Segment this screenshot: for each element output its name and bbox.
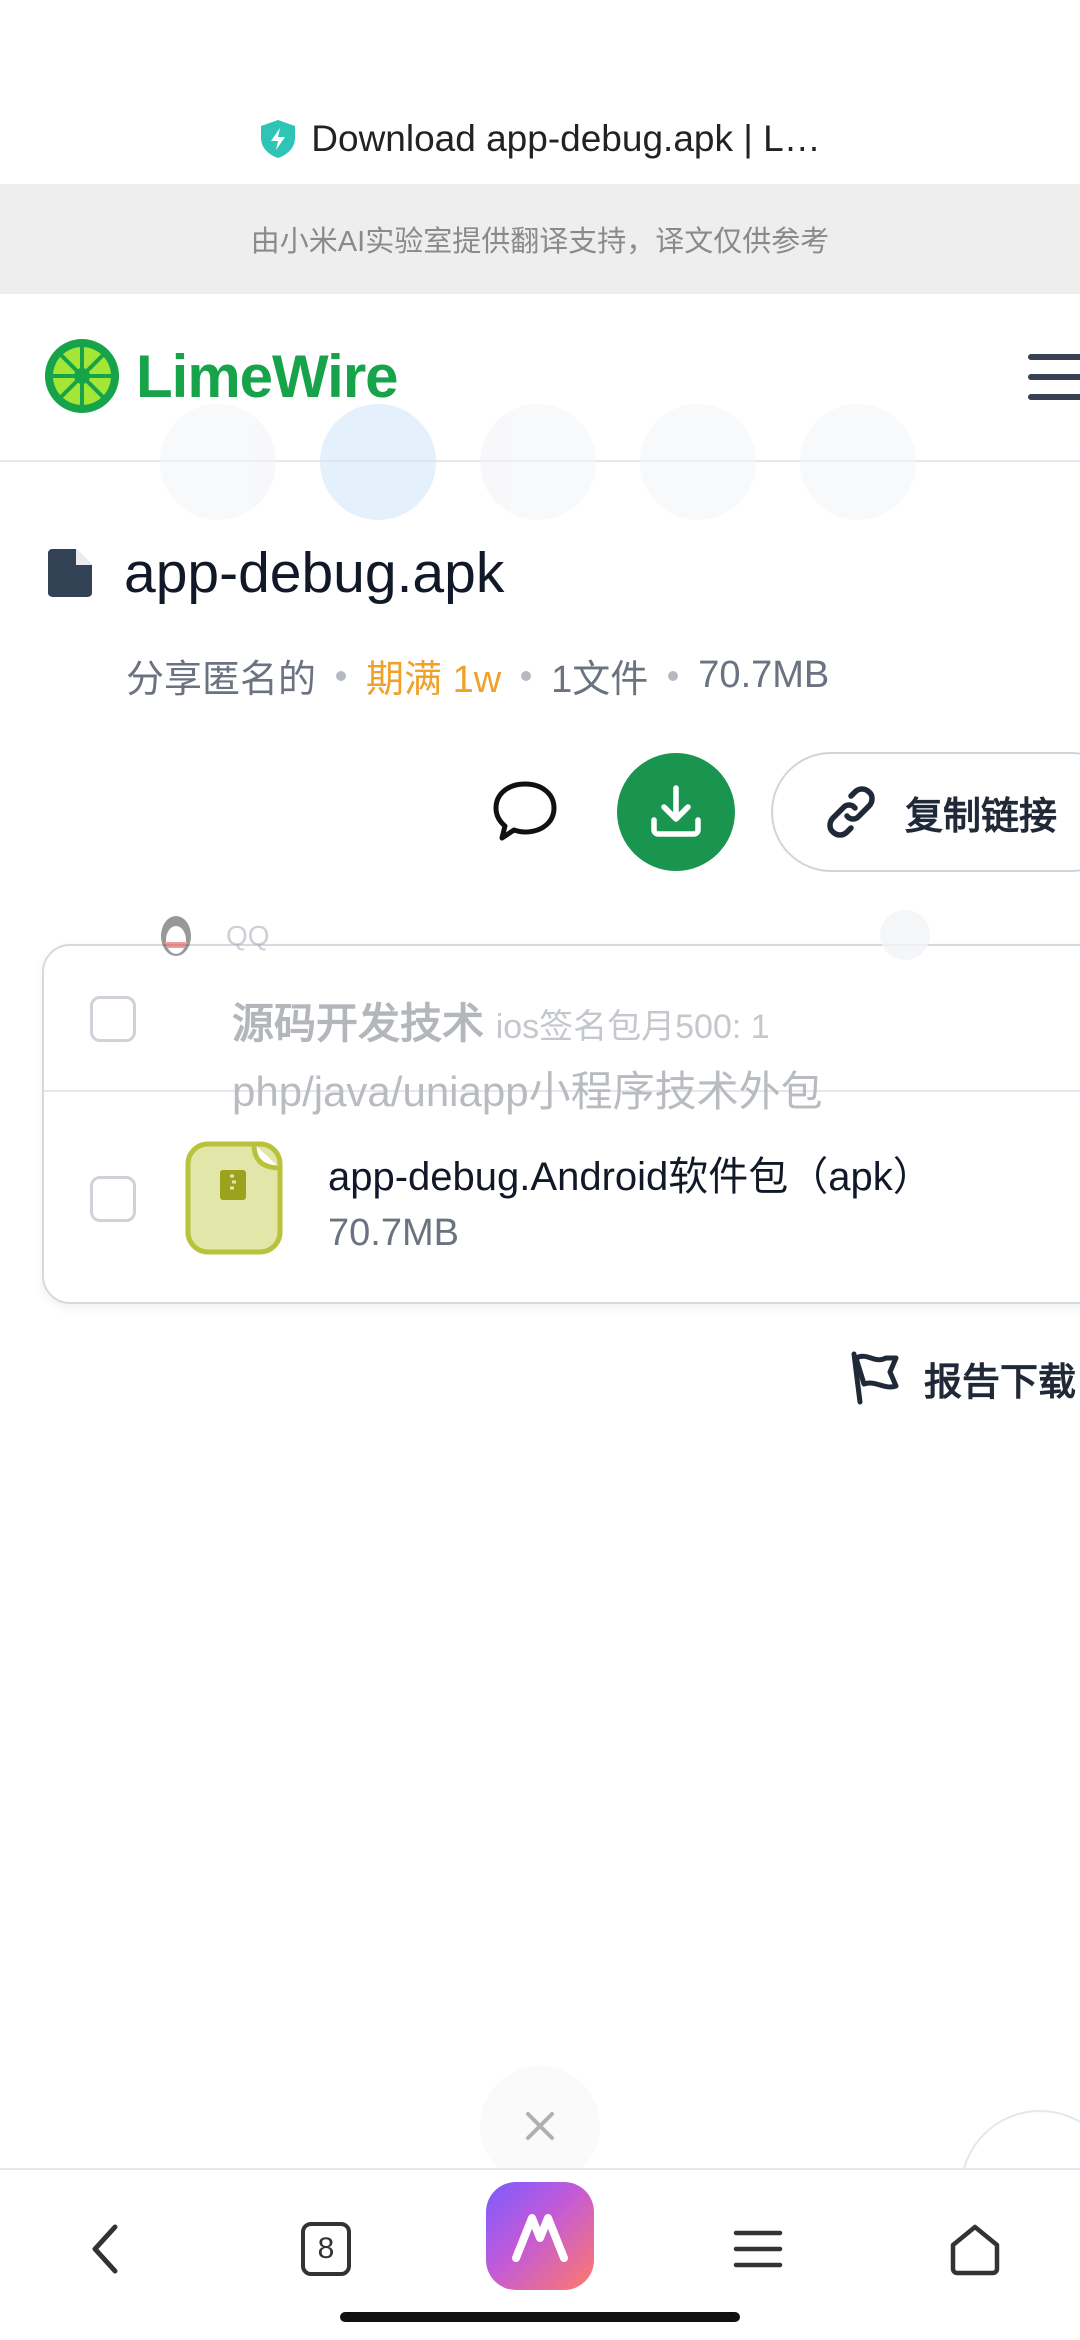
qq-notification-subtitle: ios签名包月500: 1 [495, 1008, 770, 1046]
quick-settings-overlay [160, 404, 916, 520]
flashlight-toggle-icon [480, 404, 596, 520]
comment-icon [493, 781, 557, 841]
list-item-name: app-debug.Android软件包（apk） [328, 1155, 933, 1199]
download-icon [651, 785, 701, 837]
comment-button[interactable] [490, 776, 560, 846]
qq-penguin-icon [161, 916, 191, 956]
select-all-checkbox[interactable] [90, 996, 136, 1042]
file-meta: 分享匿名的 期满 1w 1文件 70.7MB [126, 648, 829, 703]
back-button[interactable] [70, 2204, 140, 2294]
document-icon [48, 549, 92, 597]
file-name: app-debug.apk [124, 541, 505, 605]
limewire-logo[interactable]: LimeWire [44, 338, 399, 414]
file-checkbox[interactable] [90, 1176, 136, 1222]
translation-banner-text: 由小米AI实验室提供翻译支持，译文仅供参考 [250, 226, 830, 258]
translation-banner: 由小米AI实验室提供翻译支持，译文仅供参考 [0, 184, 1080, 294]
report-button[interactable]: 报告下载 [848, 1350, 1076, 1406]
zip-file-icon [185, 1141, 283, 1255]
ai-assistant-button[interactable] [486, 2182, 594, 2290]
file-size: 70.7MB [698, 654, 830, 696]
list-item[interactable]: app-debug.Android软件包（apk） 70.7MB [44, 1092, 1080, 1306]
download-button[interactable] [617, 753, 735, 871]
browser-title-bar: Download app-debug.apk | L… [0, 0, 1080, 184]
separator-dot [521, 670, 532, 681]
report-label: 报告下载 [924, 1361, 1077, 1404]
wifi-toggle-icon [320, 404, 436, 520]
menu-icon [733, 2230, 783, 2268]
qq-notification-title: 源码开发技术 ios签名包月500: 1 [232, 1000, 770, 1047]
chevron-down-icon [880, 910, 930, 960]
close-icon [526, 2112, 554, 2140]
bell-toggle-icon [640, 404, 756, 520]
screenshot-toggle-icon [800, 404, 916, 520]
lime-logo-icon [45, 339, 119, 413]
tabs-button[interactable]: 8 [296, 2204, 356, 2294]
copy-link-button[interactable]: 复制链接 [771, 752, 1080, 872]
qq-notification-body: php/java/uniapp小程序技术外包 [232, 1068, 823, 1115]
separator-dot [668, 670, 679, 681]
separator-dot [336, 670, 347, 681]
shield-icon [261, 120, 296, 158]
file-count: 1文件 [551, 659, 649, 701]
menu-button[interactable] [728, 2204, 788, 2294]
list-item-size: 70.7MB [328, 1212, 459, 1254]
qq-app-label: QQ [226, 920, 270, 951]
home-icon [950, 2224, 1000, 2276]
logo-text: LimeWire [136, 342, 399, 410]
expiry: 期满 1w [366, 659, 502, 701]
home-indicator[interactable] [340, 2312, 740, 2322]
file-title: app-debug.apk [46, 540, 504, 606]
copy-link-label: 复制链接 [905, 795, 1058, 838]
tab-title[interactable]: Download app-debug.apk | L… [311, 118, 820, 160]
flag-icon [851, 1351, 899, 1405]
home-button[interactable] [942, 2204, 1008, 2294]
link-icon [827, 786, 875, 838]
qq-notification-overlay: QQ [156, 912, 270, 960]
back-icon [92, 2224, 118, 2274]
data-toggle-icon [160, 404, 276, 520]
ai-assistant-icon [486, 2182, 594, 2290]
tab-count: 8 [301, 2222, 351, 2276]
hamburger-menu-icon[interactable] [1028, 354, 1080, 414]
shared-by: 分享匿名的 [126, 659, 317, 701]
